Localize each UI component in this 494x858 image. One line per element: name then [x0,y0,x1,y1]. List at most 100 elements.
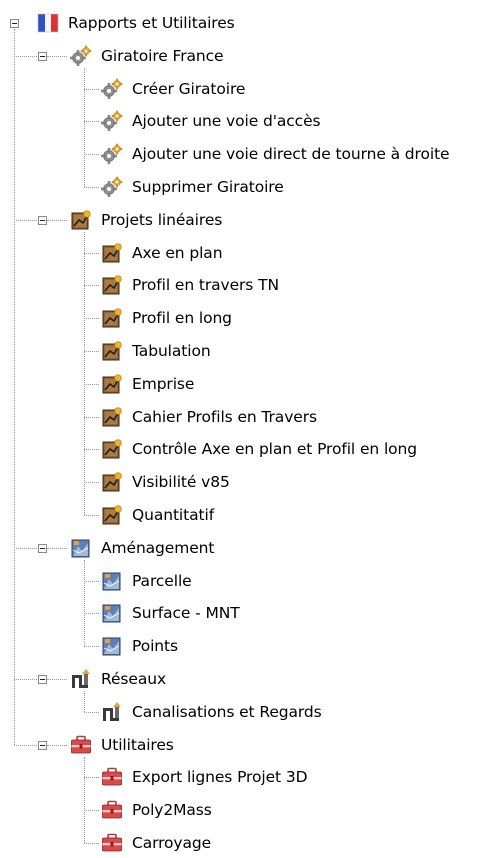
tree-item[interactable]: Carroyage [101,830,211,856]
tree-group[interactable]: Réseaux [70,666,166,692]
tree-item[interactable]: Profil en long [101,305,232,331]
tree-item-label: Profil en long [132,309,232,327]
group-expander[interactable] [38,544,47,553]
tree-item[interactable]: Quantitatif [101,502,214,528]
terrain-icon [101,602,123,624]
tree-connector-line [84,253,99,254]
tree-item[interactable]: Emprise [101,371,194,397]
group-expander[interactable] [38,52,47,61]
tree-group[interactable]: Projets linéaires [70,207,222,233]
french-flag-icon [37,12,59,34]
tree-item-label: Axe en plan [132,244,223,262]
tree-item-label: Contrôle Axe en plan et Profil en long [132,440,418,458]
linear-project-icon [101,274,123,296]
linear-project-icon [101,504,123,526]
tree-connector-line [84,843,99,844]
tree-connector-line [84,187,99,188]
tree-group[interactable]: Utilitaires [70,732,174,758]
terrain-icon [101,635,123,657]
tree-group-label: Utilitaires [101,736,174,754]
tree-group-label: Projets linéaires [101,211,223,229]
tree-connector-line [14,56,37,57]
gears-icon [101,110,123,132]
tree-item[interactable]: Poly2Mass [101,797,212,823]
tree-item-label: Parcelle [132,572,192,590]
tree-connector-line [47,679,67,680]
tree-item[interactable]: Visibilité v85 [101,469,230,495]
tree-item[interactable]: Tabulation [101,338,211,364]
tree-item-label: Poly2Mass [132,801,212,819]
tree-item[interactable]: Profil en travers TN [101,272,279,298]
tree-connector-line [84,691,85,712]
group-expander[interactable] [38,675,47,684]
tree-item-label: Surface - MNT [132,604,240,622]
tree-view[interactable]: Rapports et Utilitaires Giratoire France C… [0,0,494,852]
tree-root-label: Rapports et Utilitaires [68,14,235,32]
tree-item[interactable]: Canalisations et Regards [101,699,322,725]
tree-connector-line [84,232,85,515]
group-expander[interactable] [38,216,47,225]
tree-connector-line [47,220,67,221]
network-pipes-icon [101,701,123,723]
tree-group-label: Aménagement [101,539,215,557]
tree-item[interactable]: Axe en plan [101,240,223,266]
tree-group[interactable]: Giratoire France [70,43,224,69]
tree-item-label: Tabulation [132,342,211,360]
toolbox-icon [101,832,123,854]
tree-item[interactable]: Supprimer Giratoire [101,174,284,200]
tree-group-label: Giratoire France [101,47,224,65]
tree-item-label: Emprise [132,375,195,393]
gears-icon [101,143,123,165]
toolbox-icon [101,799,123,821]
root-expander[interactable] [10,19,19,28]
tree-item-label: Profil en travers TN [132,276,279,294]
tree-connector-line [84,89,99,90]
tree-item-label: Quantitatif [132,506,215,524]
tree-item[interactable]: Ajouter une voie direct de tourne à droi… [101,141,450,167]
tree-connector-line [47,548,67,549]
toolbox-icon [70,734,92,756]
tree-connector-line [84,515,99,516]
tree-connector-line [84,482,99,483]
tree-connector-line [84,121,99,122]
tree-connector-line [84,449,99,450]
tree-item[interactable]: Cahier Profils en Travers [101,404,317,430]
tree-connector-line [84,757,85,843]
tree-connector-line [84,351,99,352]
tree-item[interactable]: Contrôle Axe en plan et Profil en long [101,436,417,462]
tree-item-label: Canalisations et Regards [132,703,322,721]
tree-connector-line [84,777,99,778]
group-expander[interactable] [38,741,47,750]
toolbox-icon [101,766,123,788]
tree-connector-line [84,646,99,647]
tree-item[interactable]: Créer Giratoire [101,76,245,102]
tree-connector-line [47,56,67,57]
tree-connector-line [84,560,85,646]
tree-item-label: Créer Giratoire [132,80,246,98]
tree-connector-line [84,68,85,187]
tree-connector-line [84,285,99,286]
tree-connector-line [14,679,37,680]
tree-connector-line [14,745,37,746]
tree-item-label: Ajouter une voie direct de tourne à droi… [132,145,450,163]
tree-item[interactable]: Export lignes Projet 3D [101,764,308,790]
tree-connector-line [84,810,99,811]
tree-item-label: Carroyage [132,834,212,852]
linear-project-icon [101,438,123,460]
tree-group[interactable]: Aménagement [70,535,214,561]
tree-connector-line [84,712,99,713]
linear-project-icon [70,209,92,231]
linear-project-icon [101,340,123,362]
tree-connector-line [14,29,15,745]
tree-item[interactable]: Ajouter une voie d'accès [101,108,321,134]
gears-icon [101,78,123,100]
tree-connector-line [84,384,99,385]
tree-item[interactable]: Surface - MNT [101,600,240,626]
tree-connector-line [84,581,99,582]
tree-connector-line [84,154,99,155]
terrain-icon [70,537,92,559]
linear-project-icon [101,373,123,395]
tree-item[interactable]: Points [101,633,178,659]
tree-root[interactable]: Rapports et Utilitaires [37,10,235,36]
tree-item[interactable]: Parcelle [101,568,192,594]
